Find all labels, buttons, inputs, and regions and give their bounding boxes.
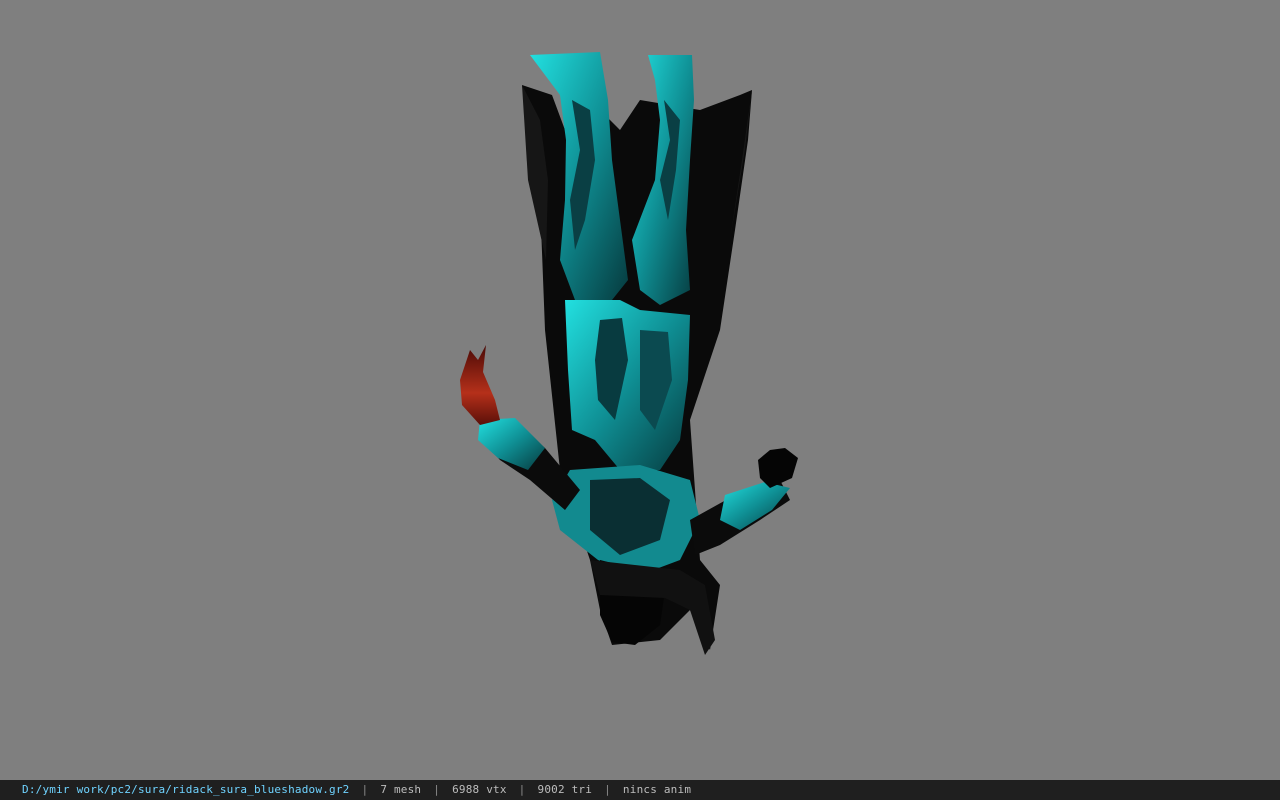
separator: |: [604, 783, 611, 796]
separator: |: [361, 783, 369, 796]
flame-hand: [460, 345, 500, 425]
status-bar: D:/ymir work/pc2/sura/ridack_sura_bluesh…: [0, 780, 1280, 800]
vertex-count: 6988 vtx: [452, 783, 507, 796]
animation-status: nincs anim: [622, 783, 692, 796]
triangle-count: 9002 tri: [537, 783, 593, 796]
file-path: D:/ymir work/pc2/sura/ridack_sura_bluesh…: [22, 783, 350, 796]
3d-viewport[interactable]: [0, 0, 1280, 780]
right-hand: [758, 448, 798, 488]
mesh-count: 7 mesh: [380, 783, 422, 796]
model-render: [460, 52, 798, 655]
separator: |: [433, 783, 441, 796]
separator: |: [518, 783, 526, 796]
